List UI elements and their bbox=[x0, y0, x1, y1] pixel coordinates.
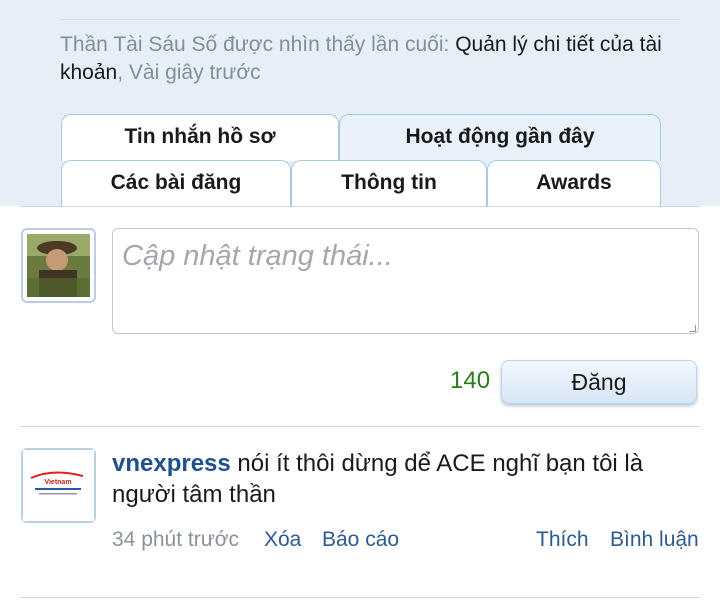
current-user-avatar[interactable] bbox=[21, 228, 96, 303]
report-link[interactable]: Báo cáo bbox=[322, 528, 399, 552]
post-divider bbox=[20, 597, 700, 598]
like-link[interactable]: Thích bbox=[536, 528, 589, 552]
post-status-button[interactable]: Đăng bbox=[501, 360, 697, 404]
status-divider bbox=[20, 426, 700, 427]
vietnam-logo-icon: Vietnam bbox=[23, 450, 94, 521]
tabs-divider bbox=[20, 206, 700, 207]
status-placeholder: Cập nhật trạng thái... bbox=[122, 240, 393, 272]
status-update-input[interactable]: Cập nhật trạng thái... bbox=[112, 228, 699, 334]
resize-handle-icon[interactable] bbox=[689, 325, 696, 332]
post-content: vnexpress nói ít thôi dừng dể ACE nghĩ b… bbox=[112, 448, 692, 510]
last-seen-name: Thần Tài Sáu Số bbox=[60, 33, 218, 56]
post-author-link[interactable]: vnexpress bbox=[112, 450, 231, 477]
last-seen-prefix: được nhìn thấy lần cuối: bbox=[223, 33, 450, 56]
tab-awards[interactable]: Awards bbox=[487, 160, 661, 206]
tab-postings[interactable]: Các bài đăng bbox=[61, 160, 291, 206]
tab-profile-posts[interactable]: Tin nhắn hồ sơ bbox=[61, 114, 339, 161]
delete-link[interactable]: Xóa bbox=[264, 528, 301, 552]
last-seen-info: Thần Tài Sáu Số được nhìn thấy lần cuối:… bbox=[60, 33, 662, 84]
avatar-logo-text: Vietnam bbox=[44, 479, 71, 486]
comment-link[interactable]: Bình luận bbox=[610, 528, 699, 552]
character-counter: 140 bbox=[450, 367, 491, 394]
post-timestamp[interactable]: 34 phút trước bbox=[112, 528, 239, 552]
header-divider bbox=[60, 19, 680, 20]
tab-information[interactable]: Thông tin bbox=[291, 160, 487, 206]
last-seen-time: Vài giây trước bbox=[128, 61, 261, 84]
tab-recent-activity[interactable]: Hoạt động gần đây bbox=[339, 114, 661, 161]
post-author-avatar[interactable]: Vietnam bbox=[21, 448, 96, 523]
user-photo-icon bbox=[27, 234, 90, 297]
